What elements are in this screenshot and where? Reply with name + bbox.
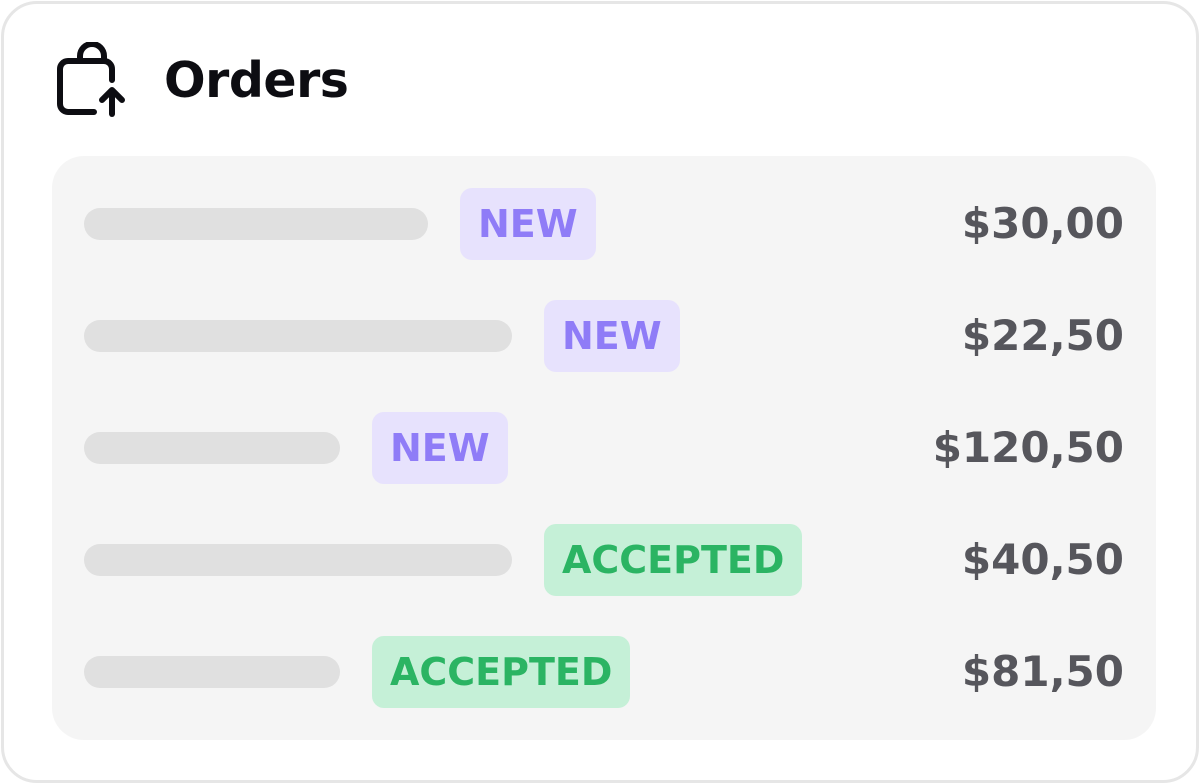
orders-card: Orders NEW $30,00 NEW $22,50 NEW $120,50… <box>1 1 1199 783</box>
order-row[interactable]: NEW $120,50 <box>84 412 1124 484</box>
status-badge: NEW <box>544 300 680 372</box>
order-name-placeholder <box>84 320 512 352</box>
order-price: $30,00 <box>961 199 1124 248</box>
status-badge: ACCEPTED <box>544 524 803 596</box>
status-badge: ACCEPTED <box>372 636 631 708</box>
order-name-placeholder <box>84 432 340 464</box>
order-price: $120,50 <box>932 423 1124 472</box>
order-row[interactable]: ACCEPTED $40,50 <box>84 524 1124 596</box>
order-name-placeholder <box>84 544 512 576</box>
order-row[interactable]: NEW $30,00 <box>84 188 1124 260</box>
order-name-placeholder <box>84 656 340 688</box>
order-price: $40,50 <box>961 535 1124 584</box>
order-price: $81,50 <box>961 647 1124 696</box>
order-row[interactable]: ACCEPTED $81,50 <box>84 636 1124 708</box>
orders-header: Orders <box>4 4 1196 154</box>
page-title: Orders <box>164 52 349 109</box>
order-name-placeholder <box>84 208 428 240</box>
shopping-bag-upload-icon <box>57 42 125 117</box>
status-badge: NEW <box>372 412 508 484</box>
order-price: $22,50 <box>961 311 1124 360</box>
status-badge: NEW <box>460 188 596 260</box>
order-row[interactable]: NEW $22,50 <box>84 300 1124 372</box>
orders-list: NEW $30,00 NEW $22,50 NEW $120,50 ACCEPT… <box>52 156 1156 740</box>
